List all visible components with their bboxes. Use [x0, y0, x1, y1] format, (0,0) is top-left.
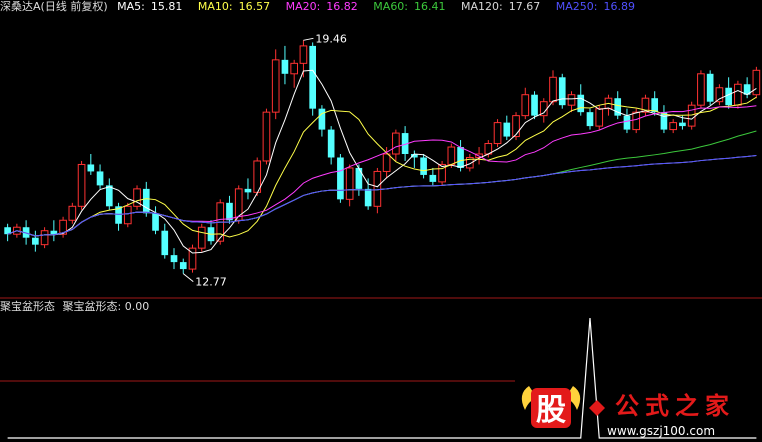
candle-body [512, 115, 520, 138]
candle-body [697, 73, 705, 106]
candle-body [632, 111, 641, 131]
candle-body [651, 98, 659, 113]
candle-body [262, 111, 271, 162]
candle-body [420, 157, 427, 175]
candle-body [87, 164, 95, 172]
candle-body [493, 122, 502, 145]
candle-body [68, 205, 77, 221]
ma120-label: MA120: 17.67 [461, 0, 541, 13]
candle-body [327, 129, 335, 158]
candle-body [32, 237, 39, 245]
candle-body [123, 205, 132, 225]
candle-body [77, 163, 86, 207]
annotation-leader [303, 37, 314, 41]
candle-body [577, 94, 585, 113]
candle-body [318, 108, 326, 130]
ma60-label: MA60: 16.41 [373, 0, 446, 13]
candle-body [567, 94, 576, 106]
candle-body [271, 59, 280, 113]
candle-body [457, 147, 464, 168]
candle-body [152, 213, 159, 231]
candle-body [281, 59, 289, 74]
candle-body [715, 87, 724, 103]
kline-chart: 19.46 12.77 [0, 32, 762, 439]
candle-body [586, 112, 594, 127]
sub-title: 聚宝盆形态 [0, 300, 55, 313]
candle-body [50, 230, 58, 235]
candle-body [549, 76, 557, 103]
candle-body [392, 132, 400, 155]
candles-layer [4, 40, 761, 274]
period-mode: (日线 前复权) [40, 0, 108, 13]
logo-char: 股 [536, 393, 566, 428]
candle-body [752, 69, 761, 96]
candle-body [309, 45, 316, 109]
candle-body [531, 94, 538, 116]
candle-body [345, 167, 354, 200]
stock-name: 深桑达A [0, 0, 41, 13]
candle-body [170, 255, 178, 263]
candle-body [355, 167, 363, 189]
candle-body [521, 94, 530, 117]
candle-body [96, 171, 104, 186]
low-price-label: 12.77 [195, 276, 227, 289]
annotation-leader [182, 273, 194, 283]
candle-body [40, 230, 49, 246]
candle-body [503, 122, 511, 137]
candle-body [244, 188, 252, 193]
ma10-label: MA10: 16.57 [197, 0, 271, 13]
candle-body [179, 262, 187, 270]
sub-indicator-label: 聚宝盆形态: [62, 300, 122, 313]
ma250-label: MA250: 16.89 [555, 0, 635, 13]
candle-body [142, 188, 150, 214]
candle-body [364, 188, 372, 207]
candle-body [679, 122, 686, 127]
candle-body [725, 87, 732, 106]
candle-body [197, 226, 206, 249]
ma120-line [7, 154, 757, 237]
candle-body [669, 122, 678, 131]
candle-body [687, 104, 696, 127]
brand-name: 公式之家 [615, 392, 735, 420]
price-legend: 深桑达A(日线 前复权) MA5: 15.81 MA10: 16.57 MA20: 1… [0, 0, 647, 14]
candle-body [429, 174, 437, 182]
candle-body [734, 83, 742, 106]
candle-body [373, 170, 382, 207]
candle-body [299, 45, 308, 64]
sub-indicator-value: 0.00 [124, 300, 150, 313]
ma5-label: MA5: 15.81 [117, 0, 183, 13]
candle-body [706, 73, 714, 102]
high-price-label: 19.46 [315, 32, 347, 45]
candle-body [161, 230, 169, 256]
candle-body [447, 146, 456, 165]
sub-legend: 聚宝盆形态 聚宝盆形态: 0.00 [0, 300, 149, 314]
ma250-line [7, 154, 757, 237]
candle-body [595, 108, 604, 127]
candle-body [623, 115, 631, 130]
candle-body [290, 62, 299, 75]
candle-body [558, 77, 566, 106]
candle-body [226, 202, 233, 221]
watermark-logo: 股 公式之家 www.gszj100.com [521, 386, 735, 438]
ma20-label: MA20: 16.82 [285, 0, 358, 13]
candle-body [105, 185, 113, 207]
candle-body [337, 157, 344, 200]
brand-url: www.gszj100.com [607, 424, 715, 438]
candle-body [382, 153, 391, 172]
